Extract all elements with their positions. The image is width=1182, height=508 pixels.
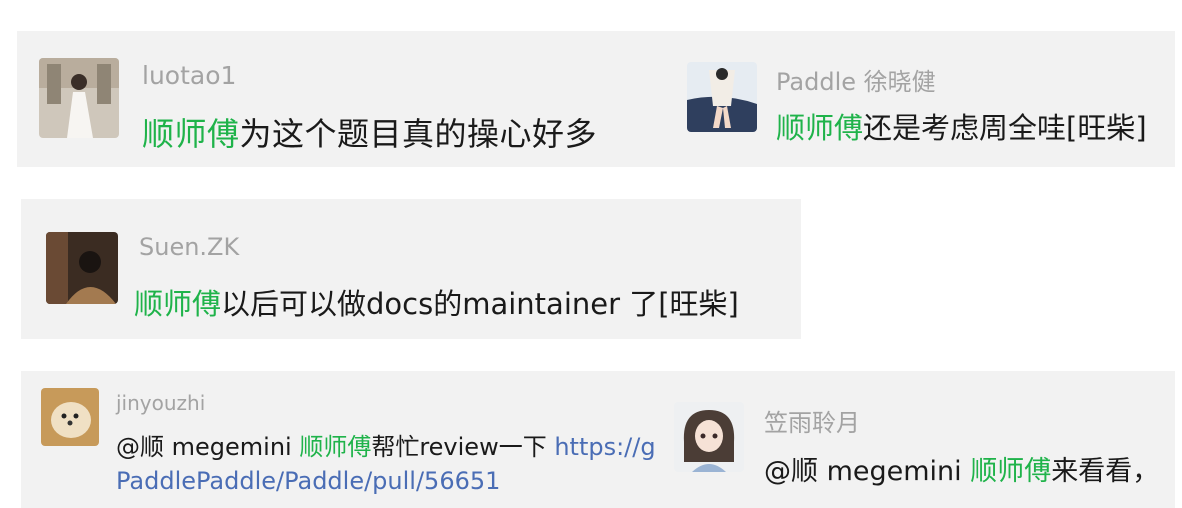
mention-highlight: 顺师傅 (142, 115, 240, 153)
anime-girl-avatar[interactable] (687, 62, 757, 132)
pr-link-start[interactable]: https://g (554, 433, 655, 461)
pr-link-end[interactable]: PaddlePaddle/Paddle/pull/56651 (116, 467, 500, 495)
comment-author: jinyouzhi (116, 391, 206, 415)
mention-highlight: 顺师傅 (299, 433, 372, 461)
dog-photo-avatar[interactable] (41, 388, 99, 446)
mention[interactable]: @顺 megemini (116, 433, 299, 461)
comment-card: luotao1 顺师傅为这个题目真的操心好多 (17, 31, 670, 167)
comment-body: 来看看， (1051, 456, 1160, 487)
mention-highlight: 顺师傅 (970, 456, 1052, 487)
comment-text: 顺师傅还是考虑周全哇[旺柴] (776, 105, 1147, 147)
comment-author: Suen.ZK (139, 233, 240, 261)
comment-text: @顺 megemini 顺师傅来看看， (764, 449, 1159, 488)
comment-card: Paddle 徐晓健 顺师傅还是考虑周全哇[旺柴] (670, 31, 1175, 167)
mention[interactable]: @顺 megemini (764, 456, 970, 487)
comment-author: Paddle 徐晓健 (776, 68, 936, 96)
comment-card: Suen.ZK 顺师傅以后可以做docs的maintainer 了[旺柴] (21, 199, 801, 339)
comment-body: 为这个题目真的操心好多 (239, 115, 598, 153)
comment-text: 顺师傅为这个题目真的操心好多 (142, 109, 597, 155)
comment-text-continued: PaddlePaddle/Paddle/pull/56651 (116, 467, 500, 495)
comment-body: 以后可以做docs的maintainer 了[旺柴] (221, 287, 739, 321)
comment-body: 帮忙review一下 (371, 433, 555, 461)
comment-text: @顺 megemini 顺师傅帮忙review一下 https://g (116, 427, 656, 462)
comment-author: luotao1 (142, 61, 237, 90)
comment-card: 笠雨聆月 @顺 megemini 顺师傅来看看， (654, 371, 1175, 508)
mention-highlight: 顺师傅 (776, 111, 864, 145)
comment-card: jinyouzhi @顺 megemini 顺师傅帮忙review一下 http… (21, 371, 661, 508)
comment-text: 顺师傅以后可以做docs的maintainer 了[旺柴] (134, 281, 739, 323)
bride-photo-avatar[interactable] (39, 58, 119, 138)
comment-author: 笠雨聆月 (764, 409, 860, 437)
person-photo-avatar[interactable] (46, 232, 118, 304)
comment-body: 还是考虑周全哇[旺柴] (863, 111, 1147, 145)
mention-highlight: 顺师傅 (134, 287, 222, 321)
illustrated-girl-avatar[interactable] (674, 402, 744, 472)
